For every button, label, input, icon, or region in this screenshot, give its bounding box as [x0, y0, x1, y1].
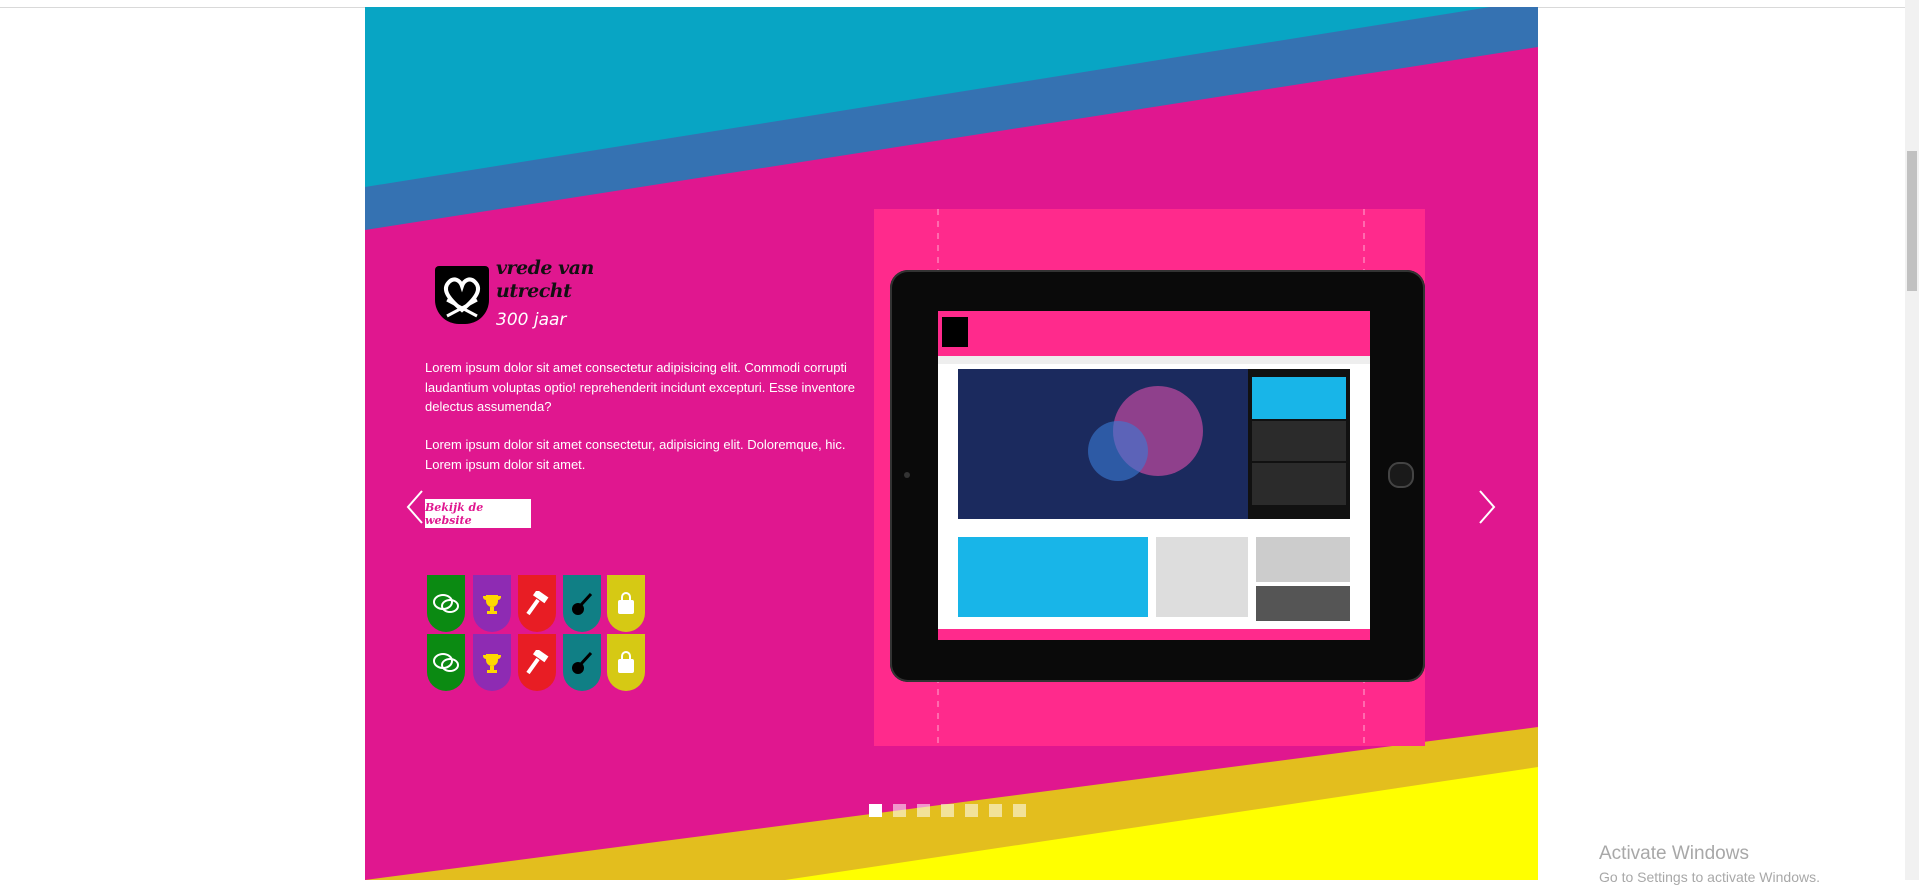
hammer-icon: [526, 649, 549, 674]
logo-subtitle: 300 jaar: [496, 310, 567, 330]
windows-activation-subtitle: Go to Settings to activate Windows.: [1599, 869, 1820, 885]
badge-hammer: [518, 575, 556, 632]
chevron-left-icon: [406, 490, 423, 524]
pagination-dot[interactable]: [941, 804, 954, 817]
previous-slide-arrow[interactable]: [404, 487, 428, 527]
project-description-1: Lorem ipsum dolor sit amet consectetur a…: [425, 360, 855, 414]
pagination-dot[interactable]: [893, 804, 906, 817]
logo-title: vrede van utrecht: [496, 257, 594, 303]
badge-bag: [607, 575, 645, 632]
guitar-icon: [572, 651, 593, 674]
badge-hammer: [518, 634, 556, 691]
shopping-bag-icon: [618, 650, 634, 673]
badge-chat: [427, 634, 465, 691]
vrede-van-utrecht-logo: [433, 264, 491, 326]
scrollbar-thumb[interactable]: [1907, 151, 1917, 291]
badge-trophy: [473, 634, 511, 691]
vertical-scrollbar[interactable]: [1905, 0, 1919, 880]
chevron-right-icon: [1479, 490, 1496, 524]
chat-bubbles-icon: [433, 652, 459, 672]
next-slide-arrow[interactable]: [1474, 487, 1498, 527]
badge-bag: [607, 634, 645, 691]
slide-pagination: [869, 804, 1026, 817]
badge-trophy: [473, 575, 511, 632]
logo-title-line2: utrecht: [496, 280, 572, 302]
pagination-dot[interactable]: [965, 804, 978, 817]
pagination-dot[interactable]: [1013, 804, 1026, 817]
badge-guitar: [563, 575, 601, 632]
badge-chat: [427, 575, 465, 632]
hammer-icon: [526, 590, 549, 615]
guitar-icon: [572, 592, 593, 615]
pagination-dot[interactable]: [917, 804, 930, 817]
home-button: [1388, 462, 1414, 488]
project-description-2: Lorem ipsum dolor sit amet consectetur, …: [425, 437, 846, 472]
shopping-bag-icon: [618, 591, 634, 614]
badge-guitar: [563, 634, 601, 691]
windows-activation-title: Activate Windows: [1599, 843, 1749, 864]
project-showcase-slide: vrede van utrecht 300 jaar Lorem ipsum d…: [365, 7, 1538, 880]
website-screenshot-preview: [938, 311, 1370, 640]
view-website-button[interactable]: Bekijk de website: [425, 499, 531, 528]
pagination-dot[interactable]: [869, 804, 882, 817]
trophy-icon: [483, 594, 501, 614]
shield-icon: [435, 266, 489, 324]
camera-dot: [904, 472, 910, 478]
pagination-dot[interactable]: [989, 804, 1002, 817]
chat-bubbles-icon: [433, 593, 459, 613]
website-preview-image: [938, 311, 1370, 640]
trophy-icon: [483, 653, 501, 673]
logo-title-line1: vrede van: [496, 257, 594, 279]
